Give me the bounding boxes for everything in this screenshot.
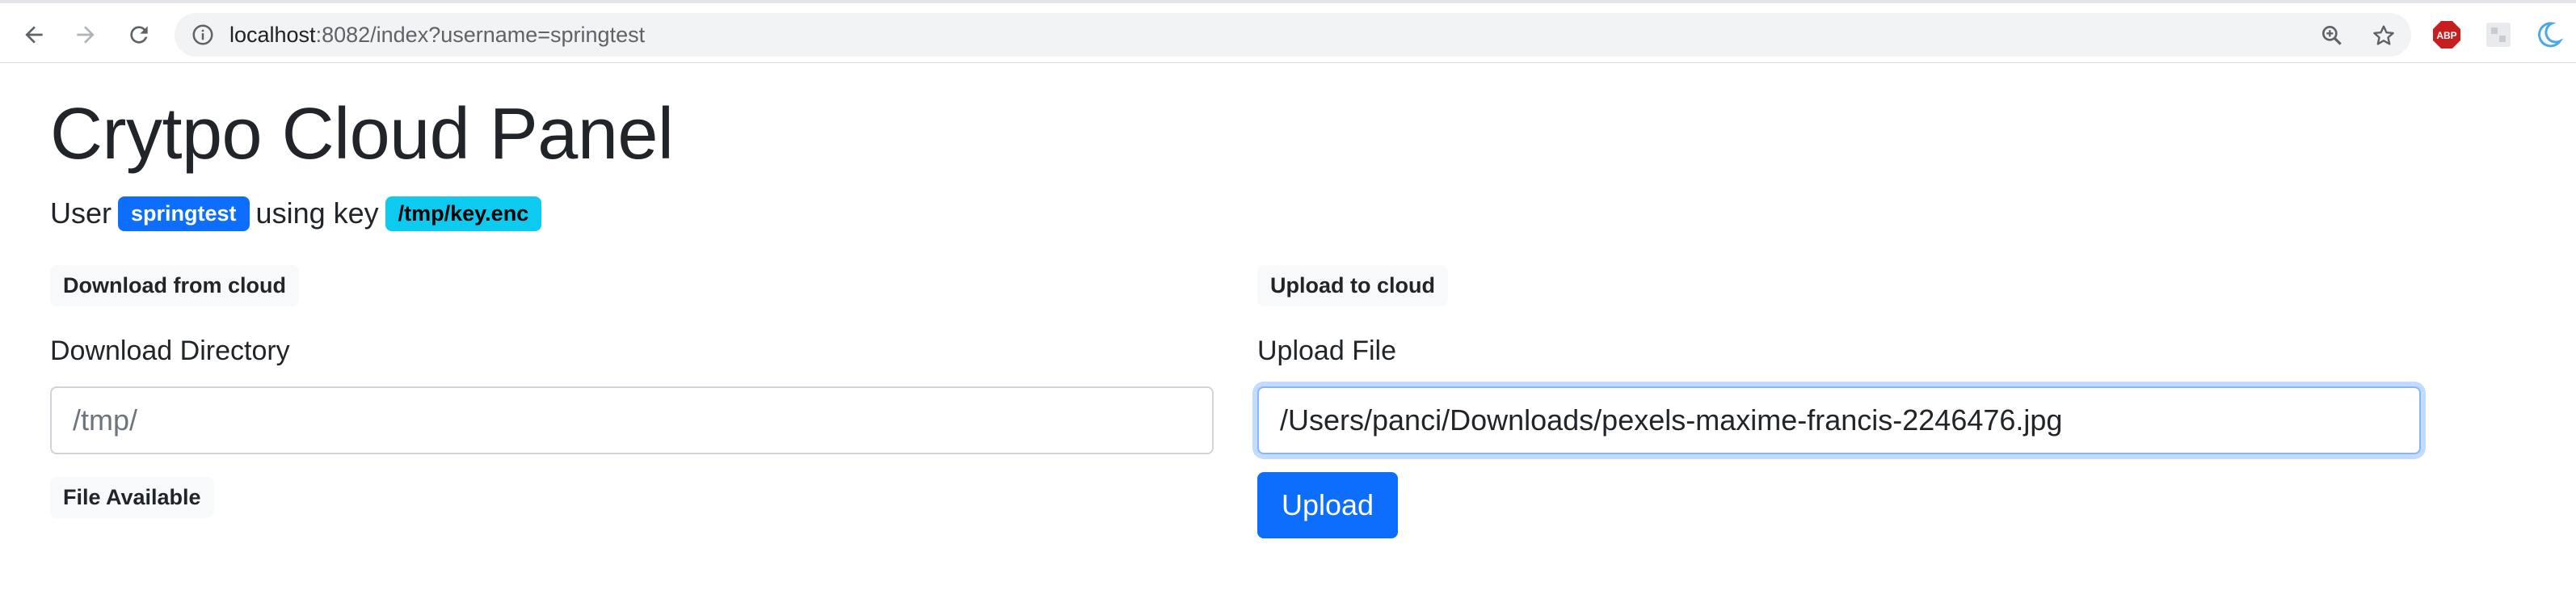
back-arrow-icon	[25, 26, 43, 44]
key-path-badge: /tmp/key.enc	[385, 196, 542, 231]
user-prefix: User	[50, 196, 112, 230]
svg-text:ABP: ABP	[2436, 30, 2456, 41]
username-badge: springtest	[118, 196, 250, 231]
forward-arrow-icon	[77, 26, 95, 44]
reload-button[interactable]	[121, 17, 157, 53]
adblock-icon[interactable]: ABP	[2432, 20, 2461, 49]
url-host: localhost	[229, 23, 316, 47]
forward-button[interactable]	[68, 17, 103, 53]
reload-icon	[130, 26, 148, 44]
download-section-badge: Download from cloud	[50, 265, 299, 306]
browser-toolbar: localhost:8082/index?username=springtest…	[0, 0, 2576, 63]
download-directory-label: Download Directory	[50, 335, 290, 366]
files-available-badge: File Available	[50, 477, 214, 518]
info-icon[interactable]	[191, 23, 215, 47]
user-info-line: User springtest using key /tmp/key.enc	[50, 194, 548, 233]
download-directory-input[interactable]	[50, 386, 1214, 454]
upload-file-label: Upload File	[1257, 335, 1396, 366]
extension-icon[interactable]	[2484, 20, 2513, 49]
url-text[interactable]: localhost:8082/index?username=springtest	[229, 13, 645, 57]
page-title: Crytpo Cloud Panel	[50, 94, 674, 175]
extension-moon-icon[interactable]	[2534, 20, 2563, 49]
key-prefix: using key	[255, 196, 379, 230]
url-path: :8082/index?username=springtest	[315, 23, 646, 47]
star-icon[interactable]	[2371, 23, 2397, 49]
upload-button[interactable]: Upload	[1257, 472, 1399, 538]
address-bar[interactable]: localhost:8082/index?username=springtest	[175, 13, 2411, 57]
back-button[interactable]	[16, 17, 52, 53]
upload-section-badge: Upload to cloud	[1257, 265, 1448, 306]
upload-file-input[interactable]	[1257, 386, 2421, 454]
zoom-icon[interactable]	[2319, 23, 2345, 49]
